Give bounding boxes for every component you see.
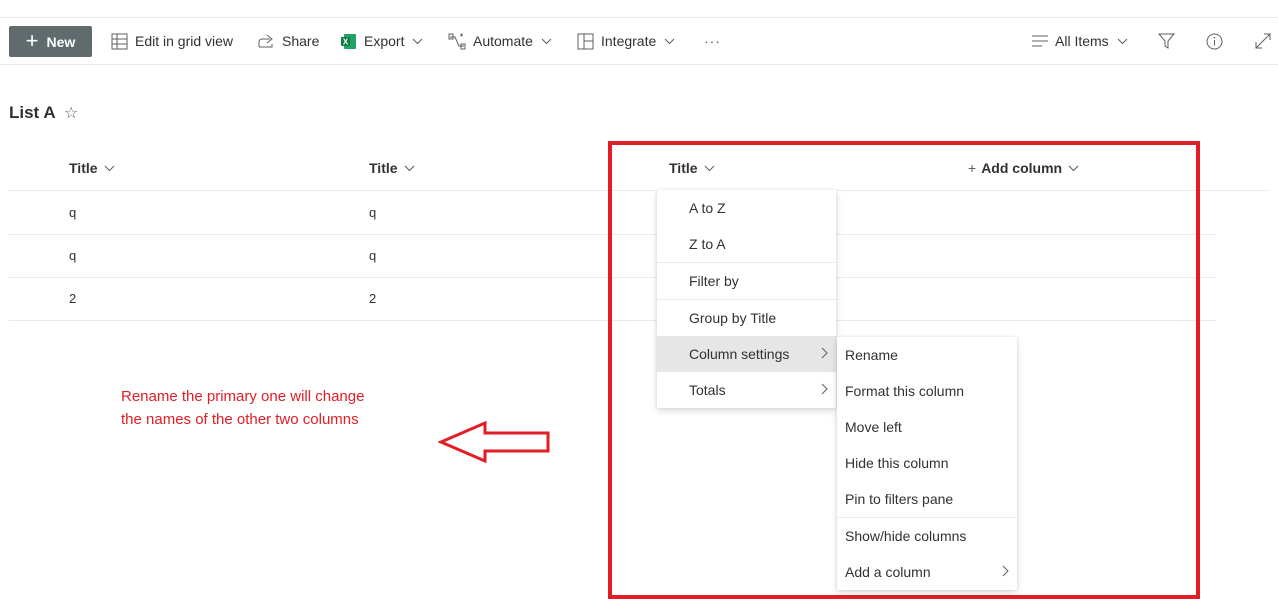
submenu-item-label: Show/hide columns — [845, 528, 967, 544]
submenu-item-label: Pin to filters pane — [845, 491, 954, 507]
automate-button[interactable]: Automate — [448, 18, 552, 64]
column-header-label: Title — [369, 160, 398, 176]
menu-item-filter-by[interactable]: Filter by — [657, 263, 836, 299]
chevron-right-icon — [821, 347, 828, 359]
submenu-item-add-column[interactable]: Add a column — [837, 554, 1017, 590]
table-cell: 2 — [369, 291, 377, 306]
excel-icon: X — [341, 33, 356, 49]
edit-grid-view-button[interactable]: Edit in grid view — [111, 18, 233, 64]
submenu-item-label: Add a column — [845, 564, 931, 580]
new-button[interactable]: + New — [9, 26, 92, 57]
column-header-label: Title — [69, 160, 98, 176]
submenu-item-label: Format this column — [845, 383, 965, 399]
integrate-button[interactable]: Integrate — [577, 18, 675, 64]
annotation-line: the names of the other two columns — [121, 411, 359, 428]
expand-icon — [1255, 33, 1271, 49]
annotation-line: Rename the primary one will change — [121, 388, 365, 405]
submenu-item-label: Hide this column — [845, 455, 949, 471]
menu-item-a-to-z[interactable]: A to Z — [657, 190, 836, 226]
column-header-1[interactable]: Title — [69, 160, 115, 176]
more-options-label: ··· — [704, 33, 721, 49]
view-label: All Items — [1055, 33, 1109, 49]
export-button[interactable]: X Export — [340, 18, 423, 64]
menu-item-totals[interactable]: Totals — [657, 372, 836, 408]
expand-button[interactable] — [1255, 18, 1271, 64]
automate-icon — [448, 33, 466, 49]
filter-button[interactable] — [1158, 18, 1175, 64]
info-button[interactable] — [1206, 18, 1223, 64]
menu-item-column-settings[interactable]: Column settings — [657, 336, 836, 372]
submenu-item-hide-column[interactable]: Hide this column — [837, 445, 1017, 481]
submenu-item-show-hide-columns[interactable]: Show/hide columns — [837, 518, 1017, 554]
filter-icon — [1158, 33, 1175, 49]
more-options-button[interactable]: ··· — [704, 18, 721, 64]
table-cell: q — [69, 205, 77, 220]
menu-item-label: Totals — [689, 382, 726, 398]
export-label: Export — [364, 33, 405, 49]
annotation-text: Rename the primary one will change the n… — [121, 385, 364, 431]
chevron-right-icon — [1002, 565, 1009, 577]
list-view-icon — [1032, 35, 1048, 47]
column-settings-submenu: Rename Format this column Move left Hide… — [837, 337, 1017, 590]
chevron-down-icon — [664, 38, 675, 44]
chevron-down-icon — [104, 165, 114, 171]
svg-text:X: X — [343, 37, 349, 46]
submenu-item-label: Move left — [845, 419, 902, 435]
integrate-icon — [577, 33, 594, 49]
menu-item-label: Filter by — [689, 273, 739, 289]
info-icon — [1206, 33, 1223, 49]
chevron-right-icon — [821, 383, 828, 395]
menu-item-label: Column settings — [689, 346, 790, 362]
menu-item-label: Z to A — [689, 236, 726, 252]
table-cell: q — [369, 248, 377, 263]
new-button-label: New — [46, 33, 76, 50]
share-button[interactable]: Share — [258, 18, 319, 64]
table-cell: q — [69, 248, 77, 263]
grid-icon — [111, 33, 128, 49]
automate-label: Automate — [473, 33, 533, 49]
table-cell: 2 — [69, 291, 77, 306]
submenu-item-label: Rename — [845, 347, 898, 363]
submenu-item-rename[interactable]: Rename — [837, 337, 1017, 373]
column-header-2[interactable]: Title — [369, 160, 415, 176]
command-bar: + New Edit in grid view Share X Export A… — [0, 18, 1278, 65]
chevron-down-icon — [541, 38, 552, 44]
submenu-item-move-left[interactable]: Move left — [837, 409, 1017, 445]
column-context-menu: A to Z Z to A Filter by Group by Title C… — [657, 190, 836, 408]
chevron-down-icon — [413, 38, 423, 44]
chevron-down-icon — [1117, 38, 1128, 44]
submenu-item-pin-filters[interactable]: Pin to filters pane — [837, 481, 1017, 517]
share-label: Share — [282, 33, 320, 49]
submenu-item-format-column[interactable]: Format this column — [837, 373, 1017, 409]
star-icon[interactable]: ☆ — [64, 103, 78, 123]
table-cell: q — [369, 205, 377, 220]
chevron-down-icon — [404, 165, 414, 171]
menu-item-label: A to Z — [689, 200, 726, 216]
edit-grid-view-label: Edit in grid view — [135, 33, 234, 49]
menu-item-label: Group by Title — [689, 310, 777, 326]
annotation-arrow-left-icon — [438, 420, 550, 464]
menu-item-z-to-a[interactable]: Z to A — [657, 226, 836, 262]
share-icon — [258, 34, 273, 47]
integrate-label: Integrate — [601, 33, 657, 49]
view-switcher[interactable]: All Items — [1032, 18, 1128, 64]
menu-item-group-by[interactable]: Group by Title — [657, 300, 836, 336]
plus-icon: + — [25, 27, 39, 53]
list-title: List A — [9, 103, 56, 122]
